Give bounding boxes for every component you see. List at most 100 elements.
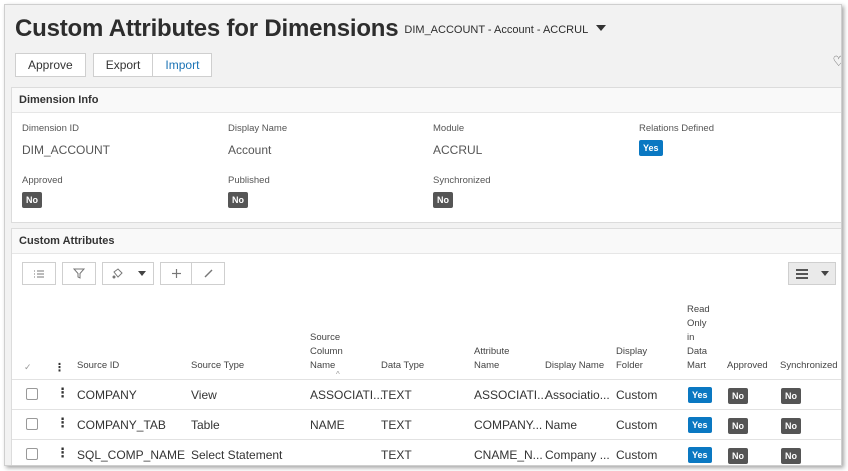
- grid-body: ⋮ COMPANY View ASSOCIATI... TEXT ASSOCIA…: [12, 379, 841, 465]
- table-view-icon: [795, 268, 808, 279]
- cell-source-column-name: ASSOCIATI...: [310, 388, 384, 402]
- col-source-id[interactable]: Source ID: [77, 359, 119, 373]
- col-attribute-name-line: Name: [474, 360, 500, 371]
- col-synchronized[interactable]: Synchronized: [780, 359, 838, 373]
- custom-attributes-title: Custom Attributes: [12, 229, 841, 254]
- title-row: Custom Attributes for Dimensions DIM_ACC…: [15, 15, 831, 47]
- approved-label: Approved: [22, 175, 63, 186]
- caret-down-icon[interactable]: [596, 25, 607, 31]
- synchronized-badge: No: [781, 418, 801, 434]
- paint-bucket-dropdown[interactable]: [102, 262, 154, 285]
- read-only-badge: Yes: [688, 417, 712, 433]
- page-title: Custom Attributes for Dimensions: [15, 15, 399, 42]
- filter-icon[interactable]: [62, 262, 96, 285]
- col-display-folder[interactable]: Display Folder: [616, 345, 647, 373]
- sort-asc-icon[interactable]: ^: [336, 370, 340, 379]
- read-only-badge: Yes: [688, 387, 712, 403]
- row-checkbox[interactable]: [26, 448, 38, 460]
- row-menu-icon[interactable]: ⋮: [56, 385, 69, 401]
- cell-source-type: Table: [191, 418, 220, 432]
- dimension-id-label: Dimension ID: [22, 123, 80, 134]
- module-label: Module: [433, 123, 465, 134]
- dimension-id-field: Dimension ID DIM_ACCOUNT: [22, 123, 110, 157]
- dropdown-caret-icon: [137, 271, 146, 276]
- cell-display-folder: Custom: [616, 418, 658, 432]
- dimension-id-value: DIM_ACCOUNT: [22, 143, 111, 157]
- module-value: ACCRUL: [433, 143, 483, 157]
- heart-icon[interactable]: ♡: [832, 53, 841, 70]
- grid-toolbar: [12, 254, 841, 294]
- cell-source-column-name: NAME: [310, 418, 345, 432]
- display-name-value: Account: [228, 143, 272, 157]
- cell-display-folder: Custom: [616, 388, 658, 402]
- cell-display-name: Name: [545, 418, 578, 432]
- approved-badge: No: [22, 192, 42, 208]
- cell-source-id: SQL_COMP_NAME: [77, 448, 186, 462]
- cell-data-type: TEXT: [381, 448, 412, 462]
- table-row[interactable]: ⋮ SQL_COMP_NAME Select Statement TEXT CN…: [12, 440, 841, 465]
- col-attribute-name-line: Attribute: [474, 346, 510, 357]
- cell-data-type: TEXT: [381, 418, 412, 432]
- display-name-field: Display Name Account: [228, 123, 287, 157]
- table-row[interactable]: ⋮ COMPANY View ASSOCIATI... TEXT ASSOCIA…: [12, 380, 841, 409]
- cell-attribute-name: ASSOCIATI...: [474, 388, 548, 402]
- synchronized-badge: No: [781, 388, 801, 404]
- approve-button[interactable]: Approve: [15, 53, 86, 77]
- relations-defined-badge: Yes: [639, 140, 663, 156]
- col-source-column-name-line: Column: [310, 346, 343, 357]
- cell-source-type: View: [191, 388, 217, 402]
- approved-badge: No: [728, 388, 748, 404]
- pencil-icon[interactable]: [191, 262, 225, 285]
- cell-attribute-name: CNAME_N...: [474, 448, 543, 462]
- col-approved[interactable]: Approved: [727, 359, 768, 373]
- col-read-only-line: in: [687, 332, 695, 343]
- select-all-check-icon[interactable]: ✓: [24, 362, 32, 373]
- cell-attribute-name: COMPANY...: [474, 418, 543, 432]
- grid-header: ✓ ⋮ Source ID Source Type Source Column …: [12, 297, 841, 379]
- cell-display-name: Company ...: [545, 448, 610, 462]
- command-bar: Approve Export Import: [15, 53, 831, 77]
- approved-badge: No: [728, 448, 748, 464]
- published-badge: No: [228, 192, 248, 208]
- column-list-icon[interactable]: [22, 262, 56, 285]
- dimension-info-panel: Dimension Info Dimension ID DIM_ACCOUNT …: [11, 87, 841, 223]
- paint-bucket-icon: [111, 267, 123, 280]
- col-read-only-line: Data: [687, 346, 708, 357]
- col-read-only-line: Mart: [687, 360, 706, 371]
- synchronized-label: Synchronized: [433, 175, 491, 186]
- published-field: Published No: [228, 175, 270, 208]
- cell-source-id: COMPANY: [77, 388, 137, 402]
- header-menu-icon[interactable]: ⋮: [54, 361, 65, 374]
- row-menu-icon[interactable]: ⋮: [56, 415, 69, 431]
- relations-defined-label: Relations Defined: [639, 123, 714, 134]
- row-checkbox[interactable]: [26, 418, 38, 430]
- export-button[interactable]: Export: [92, 53, 154, 77]
- cell-data-type: TEXT: [381, 388, 412, 402]
- row-menu-icon[interactable]: ⋮: [56, 445, 69, 461]
- col-source-column-name-line: Source: [310, 332, 341, 343]
- col-display-name[interactable]: Display Name: [545, 359, 604, 373]
- relations-defined-field: Relations Defined Yes: [639, 123, 714, 156]
- col-data-type[interactable]: Data Type: [381, 359, 424, 373]
- import-button[interactable]: Import: [153, 53, 213, 77]
- approved-field: Approved No: [22, 175, 63, 208]
- table-view-dropdown[interactable]: [788, 262, 836, 285]
- plus-icon[interactable]: [160, 262, 192, 285]
- custom-attributes-panel: Custom Attributes ✓ ⋮ Source ID Source T…: [11, 228, 841, 465]
- display-name-label: Display Name: [228, 123, 288, 134]
- cell-display-folder: Custom: [616, 448, 658, 462]
- col-source-type[interactable]: Source Type: [191, 359, 244, 373]
- table-row[interactable]: ⋮ COMPANY_TAB Table NAME TEXT COMPANY...…: [12, 410, 841, 439]
- col-display-folder-line: Folder: [616, 360, 643, 371]
- cell-source-type: Select Statement: [191, 448, 283, 462]
- cell-display-name: Associatio...: [545, 388, 610, 402]
- dimension-info-title: Dimension Info: [12, 88, 841, 113]
- col-attribute-name[interactable]: Attribute Name: [474, 345, 509, 373]
- module-field: Module ACCRUL: [433, 123, 482, 157]
- context-selector[interactable]: DIM_ACCOUNT - Account - ACCRUL: [404, 24, 588, 36]
- col-read-only[interactable]: Read Only in Data Mart: [687, 303, 710, 373]
- synchronized-badge: No: [433, 192, 453, 208]
- col-source-column-name[interactable]: Source Column Name: [310, 331, 343, 373]
- published-label: Published: [228, 175, 270, 186]
- row-checkbox[interactable]: [26, 388, 38, 400]
